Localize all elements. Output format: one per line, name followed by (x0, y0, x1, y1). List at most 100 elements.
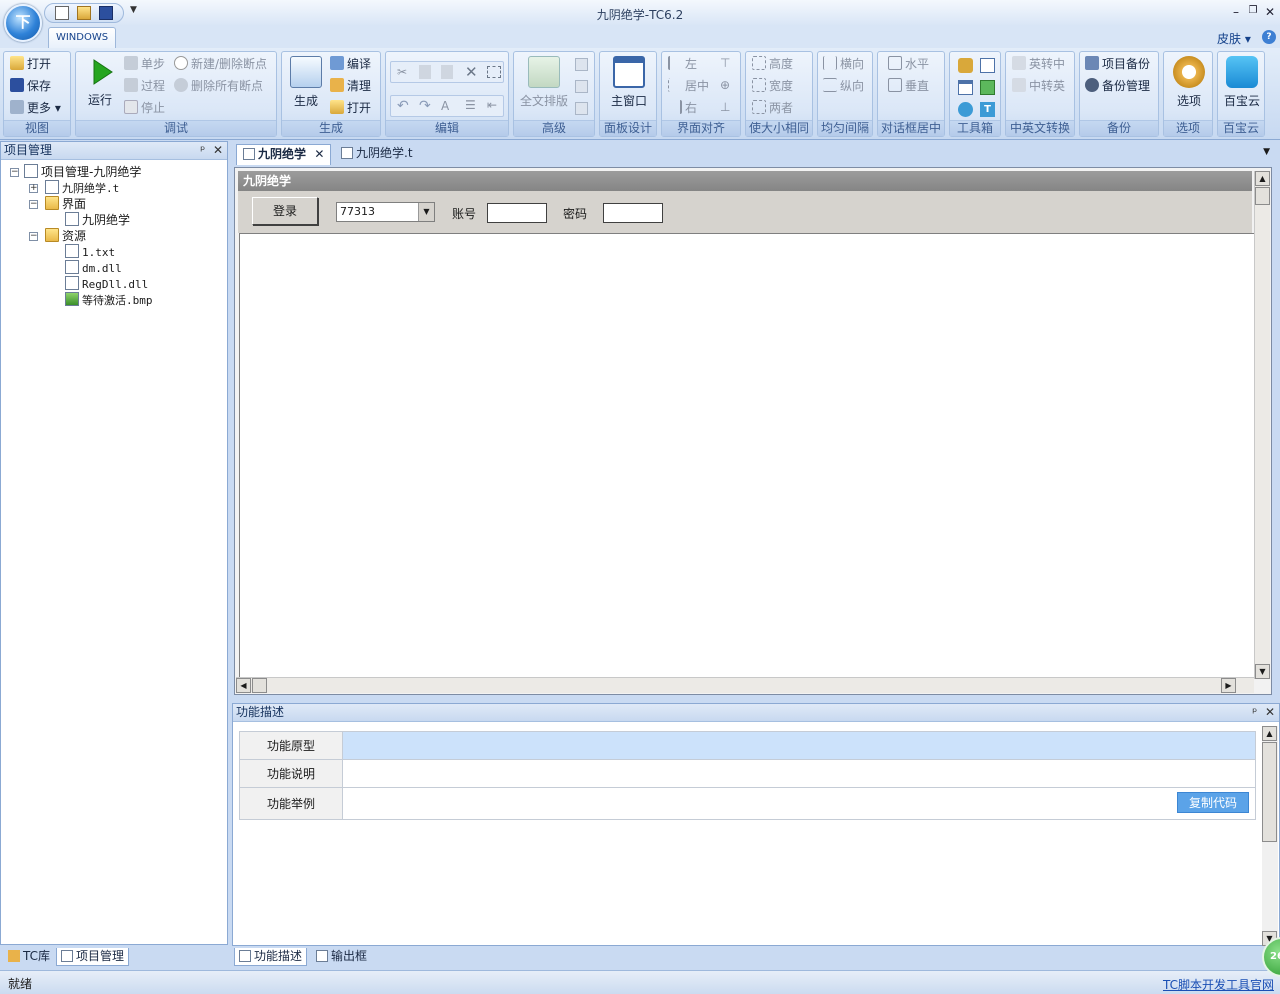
run-button[interactable]: 运行 (82, 56, 118, 108)
ribbon-tab-windows[interactable]: WINDOWS (48, 27, 116, 49)
copy-code-button[interactable]: 复制代码 (1177, 792, 1249, 813)
scroll-down-icon[interactable]: ▼ (1255, 664, 1270, 679)
delete-icon[interactable]: ✕ (465, 63, 478, 81)
build-open-button[interactable]: 打开 (330, 98, 371, 118)
collapse-icon[interactable]: − (10, 168, 19, 177)
collapse-icon[interactable]: − (29, 200, 38, 209)
tab-function-description[interactable]: 功能描述 (234, 948, 308, 966)
help-icon[interactable]: ? (1262, 30, 1276, 44)
scroll-left-icon[interactable]: ◀ (236, 678, 251, 693)
tab-project-manager[interactable]: 项目管理 (56, 948, 130, 966)
align-left-button[interactable]: 左 (668, 54, 697, 74)
outdent-icon[interactable]: ⇤ (487, 98, 497, 112)
select-all-icon[interactable] (487, 66, 501, 78)
clean-button[interactable]: 清理 (330, 76, 371, 96)
skin-menu[interactable]: 皮肤 ▾ (1217, 30, 1251, 47)
center-horizontal-button[interactable]: 水平 (888, 54, 929, 74)
function-prototype-value[interactable] (342, 731, 1256, 760)
cn-to-en-button[interactable]: 中转英 (1012, 76, 1065, 96)
cut-icon[interactable]: ✂ (397, 65, 407, 79)
save-button[interactable]: 保存 (10, 76, 51, 96)
generate-button[interactable]: 生成 (288, 56, 324, 109)
app-menu-button[interactable]: 下 (4, 4, 42, 42)
tree-res-file[interactable]: 等待激活.bmp (5, 292, 153, 308)
toolbox-brush-icon[interactable] (958, 58, 973, 73)
find-icon[interactable]: A (441, 99, 449, 113)
compile-button[interactable]: 编译 (330, 54, 371, 74)
undo-icon[interactable]: ↶ (397, 98, 409, 114)
tree-script-file[interactable]: + 九阴绝学.t (5, 180, 119, 196)
server-combo[interactable]: 77313 ▼ (336, 202, 435, 222)
scroll-right-icon[interactable]: ▶ (1221, 678, 1236, 693)
scroll-thumb[interactable] (1262, 742, 1277, 842)
same-height-button[interactable]: 高度 (752, 54, 793, 74)
designer-horizontal-scrollbar[interactable]: ◀ ▶ (236, 677, 1254, 693)
close-pane-icon[interactable]: ✕ (1265, 705, 1275, 719)
same-width-button[interactable]: 宽度 (752, 76, 793, 96)
align-center-button[interactable]: 居中 (668, 76, 709, 96)
main-window-button[interactable]: 主窗口 (606, 56, 652, 109)
clear-breakpoints-button[interactable]: 删除所有断点 (174, 76, 263, 96)
doc-tab-form[interactable]: 九阴绝学 ✕ (236, 144, 332, 165)
designer-vertical-scrollbar[interactable]: ▲ ▼ (1254, 171, 1270, 679)
same-both-button[interactable]: 两者 (752, 98, 793, 118)
pin-icon[interactable]: ᵖ (200, 143, 205, 157)
backup-manage-button[interactable]: 备份管理 (1085, 76, 1150, 96)
chevron-down-icon[interactable]: ▼ (418, 203, 434, 221)
space-vertical-button[interactable]: 纵向 (823, 76, 864, 96)
stop-button[interactable]: 停止 (124, 98, 165, 118)
advanced-tool3-icon[interactable] (575, 102, 588, 115)
login-button[interactable]: 登录 (252, 197, 318, 225)
align-bottom-icon[interactable]: ⊥ (720, 100, 730, 114)
paste-icon[interactable] (419, 65, 431, 79)
cloud-button[interactable]: 百宝云 (1220, 56, 1264, 109)
indent-icon[interactable]: ☰ (465, 98, 476, 112)
project-backup-button[interactable]: 项目备份 (1085, 54, 1150, 74)
tab-list-dropdown-icon[interactable]: ▼ (1263, 147, 1270, 157)
doc-tab-script[interactable]: 九阴绝学.t (335, 144, 419, 165)
center-vertical-button[interactable]: 垂直 (888, 76, 929, 96)
function-description-value[interactable] (342, 759, 1256, 788)
tab-tc-library[interactable]: TC库 (4, 948, 54, 966)
toolbox-text-icon[interactable]: T (980, 102, 995, 117)
function-example-row[interactable]: 功能举例 复制代码 (239, 787, 1256, 820)
advanced-tool1-icon[interactable] (575, 58, 588, 71)
function-pane-scrollbar[interactable]: ▲ ▼ (1262, 726, 1278, 946)
procedure-button[interactable]: 过程 (124, 76, 165, 96)
minimize-icon[interactable]: – (1229, 5, 1243, 19)
collapse-icon[interactable]: − (29, 232, 38, 241)
toolbox-window-icon[interactable] (980, 58, 995, 73)
function-example-value[interactable]: 复制代码 (342, 787, 1256, 820)
en-to-cn-button[interactable]: 英转中 (1012, 54, 1065, 74)
tree-root[interactable]: − 项目管理-九阴绝学 (5, 164, 141, 180)
redo-icon[interactable]: ↷ (419, 98, 431, 114)
tree-res-folder[interactable]: − 资源 (5, 228, 86, 244)
toolbox-form-icon[interactable] (958, 80, 973, 95)
close-pane-icon[interactable]: ✕ (213, 143, 223, 157)
form-client-area[interactable] (239, 233, 1255, 679)
account-field[interactable] (487, 203, 547, 223)
scroll-up-icon[interactable]: ▲ (1255, 171, 1270, 186)
close-icon[interactable]: ✕ (1263, 5, 1277, 19)
form-caption[interactable]: 九阴绝学 (238, 171, 1252, 191)
open-button[interactable]: 打开 (10, 54, 51, 74)
step-button[interactable]: 单步 (124, 54, 165, 74)
pin-icon[interactable]: ᵖ (1252, 705, 1257, 719)
advanced-tool2-icon[interactable] (575, 80, 588, 93)
toggle-breakpoint-button[interactable]: 新建/删除断点 (174, 54, 267, 74)
tree-res-file[interactable]: RegDll.dll (5, 276, 148, 292)
toolbox-image-icon[interactable] (980, 80, 995, 95)
tree-ui-folder[interactable]: − 界面 (5, 196, 86, 212)
more-button[interactable]: 更多 ▾ (10, 98, 61, 118)
copy-icon[interactable] (441, 65, 453, 79)
align-top-icon[interactable]: ⊤ (720, 56, 730, 70)
align-middle-icon[interactable]: ⊕ (720, 78, 730, 92)
scroll-thumb[interactable] (252, 678, 267, 693)
close-tab-icon[interactable]: ✕ (314, 147, 324, 161)
tree-ui-item[interactable]: 九阴绝学 (5, 212, 130, 228)
format-all-button[interactable]: 全文排版 (517, 56, 571, 109)
space-horizontal-button[interactable]: 横向 (823, 54, 864, 74)
expand-icon[interactable]: + (29, 184, 38, 193)
official-site-link[interactable]: TC脚本开发工具官网 (1163, 976, 1274, 993)
options-button[interactable]: 选项 (1169, 56, 1209, 109)
